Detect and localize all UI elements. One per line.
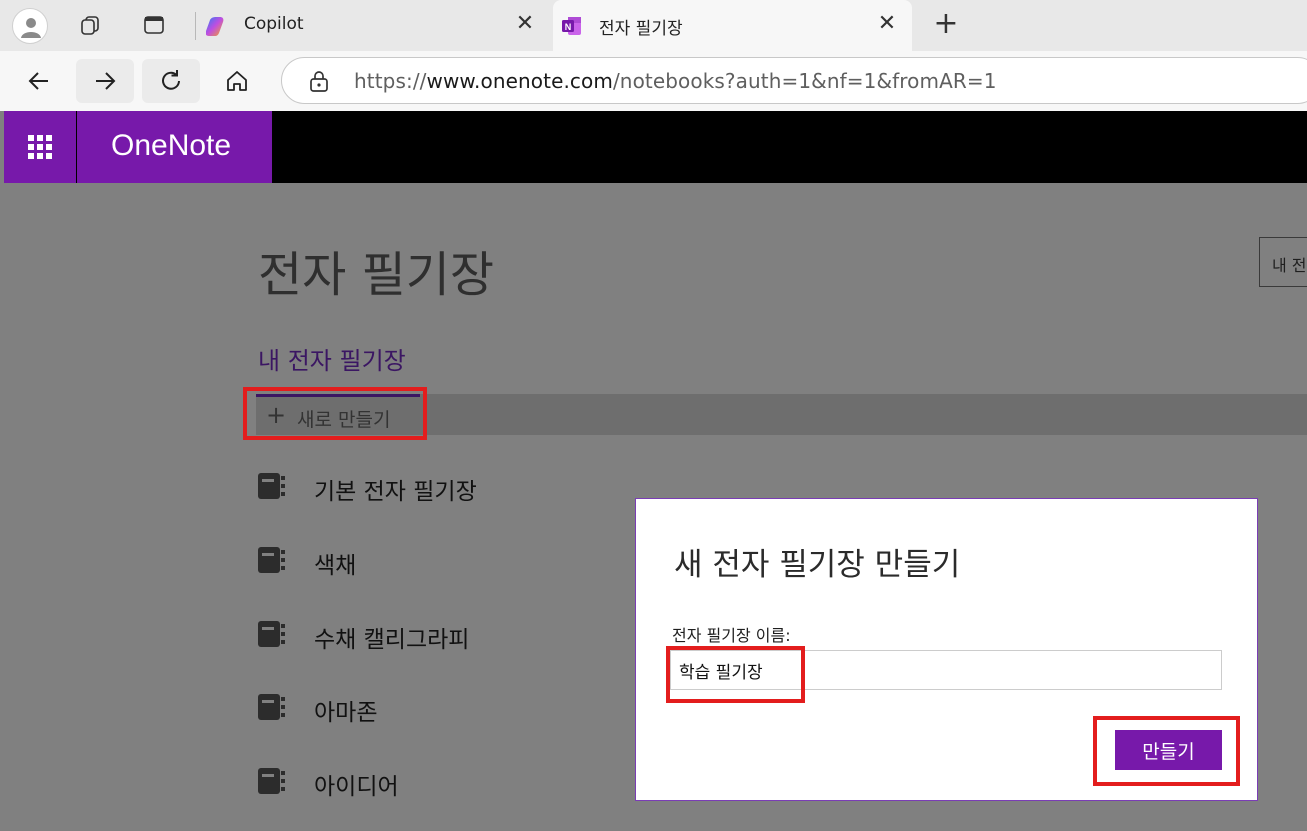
new-notebook-button[interactable]: + 새로 만들기: [256, 394, 420, 435]
notebook-icon: [258, 768, 285, 794]
new-tab-icon[interactable]: +: [930, 9, 962, 41]
person-icon: [21, 18, 41, 38]
create-button[interactable]: 만들기: [1115, 730, 1222, 770]
tab-separator: [195, 12, 196, 40]
notebook-item[interactable]: 수채 캘리그라피: [258, 613, 578, 653]
close-tab-icon[interactable]: ✕: [514, 13, 536, 35]
refresh-button[interactable]: [142, 59, 200, 103]
plus-icon: +: [266, 401, 287, 429]
open-notebook-button[interactable]: 내 전: [1259, 237, 1307, 287]
tab-copilot[interactable]: Copilot ✕: [198, 0, 550, 51]
home-button[interactable]: [208, 59, 266, 103]
notebook-icon: [258, 547, 285, 573]
notebook-name-input[interactable]: [670, 650, 1222, 690]
browser-tab-strip: Copilot ✕ N 전자 필기장 ✕ +: [0, 0, 1307, 51]
app-launcher-button[interactable]: [4, 111, 76, 183]
create-notebook-dialog: 새 전자 필기장 만들기 전자 필기장 이름: 만들기: [635, 498, 1258, 801]
notebook-icon: [258, 473, 285, 499]
tab-onenote[interactable]: N 전자 필기장 ✕: [553, 0, 912, 51]
new-notebook-label: 새로 만들기: [297, 409, 391, 431]
notebook-item[interactable]: 기본 전자 필기장: [258, 465, 578, 505]
address-bar[interactable]: https://www.onenote.com/notebooks?auth=1…: [281, 57, 1307, 104]
browser-toolbar: https://www.onenote.com/notebooks?auth=1…: [0, 51, 1307, 111]
workspaces-icon: [81, 16, 99, 35]
notebook-name: 아이디어: [314, 774, 399, 800]
notebook-icon: [258, 694, 285, 720]
notebook-name: 아마존: [314, 700, 378, 726]
notebook-name: 색채: [314, 553, 357, 579]
close-tab-icon[interactable]: ✕: [876, 13, 898, 35]
arrow-right-icon: [96, 72, 116, 90]
notebook-name: 수채 캘리그라피: [314, 627, 470, 653]
notebook-item[interactable]: 아이디어: [258, 760, 578, 800]
profile-avatar[interactable]: [12, 8, 48, 44]
copilot-icon: [206, 17, 224, 36]
notebook-item[interactable]: 색채: [258, 539, 578, 579]
notebook-name-label: 전자 필기장 이름:: [672, 626, 791, 645]
svg-text:N: N: [565, 22, 572, 32]
url-text: https://www.onenote.com/notebooks?auth=1…: [354, 69, 997, 93]
open-notebook-label: 내 전: [1272, 256, 1307, 275]
home-icon: [227, 71, 247, 91]
onenote-header: OneNote: [4, 111, 1307, 183]
section-title: 내 전자 필기장: [258, 347, 406, 375]
tab-actions-icon: [144, 16, 164, 34]
page-title: 전자 필기장: [258, 247, 495, 303]
app-name: OneNote: [111, 129, 232, 162]
refresh-icon: [162, 70, 180, 90]
notebook-item[interactable]: 아마존: [258, 686, 578, 726]
notebook-name: 기본 전자 필기장: [314, 479, 477, 505]
vertical-tabs-button[interactable]: [138, 9, 170, 41]
notebook-toolbar: + 새로 만들기: [256, 394, 1307, 435]
back-button[interactable]: [10, 59, 68, 103]
tab-title: Copilot: [244, 14, 304, 34]
waffle-icon: [28, 135, 52, 159]
dialog-title: 새 전자 필기장 만들기: [674, 547, 961, 583]
arrow-left-icon: [28, 72, 48, 90]
workspaces-button[interactable]: [74, 9, 106, 41]
forward-button[interactable]: [76, 59, 134, 103]
tab-title: 전자 필기장: [599, 19, 683, 39]
app-brand[interactable]: OneNote: [77, 111, 272, 183]
notebook-icon: [258, 621, 285, 647]
lock-icon[interactable]: [309, 70, 329, 92]
onenote-icon: N: [562, 17, 581, 35]
